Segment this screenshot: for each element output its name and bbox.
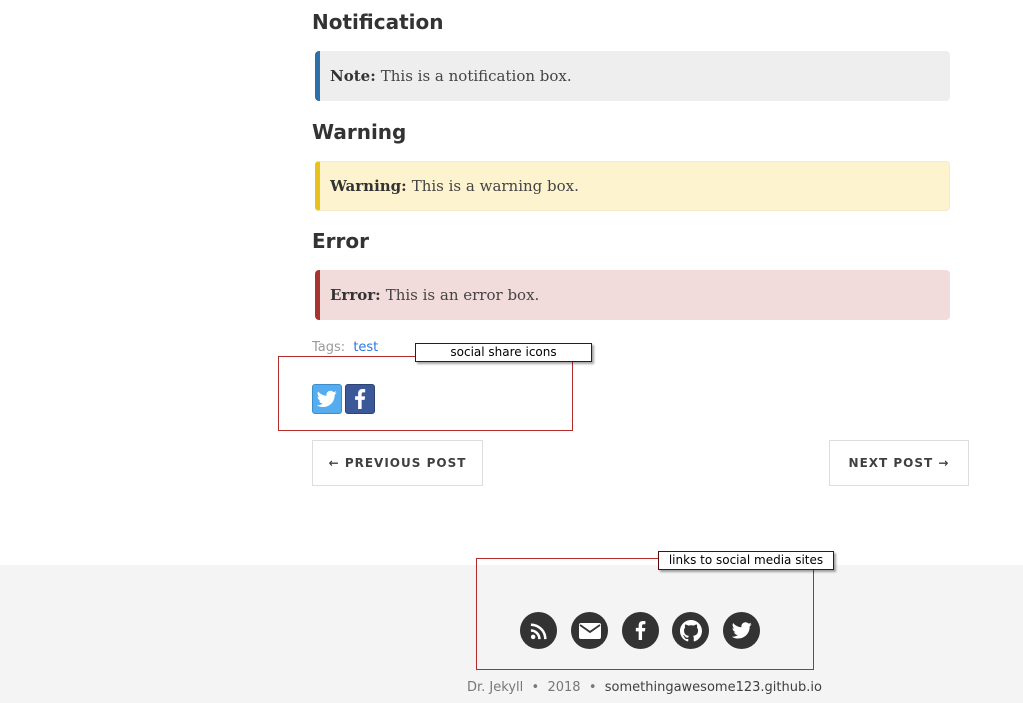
facebook-icon bbox=[635, 621, 646, 640]
warning-text: This is a warning box. bbox=[411, 177, 579, 195]
twitter-link[interactable] bbox=[723, 612, 760, 649]
github-link[interactable] bbox=[672, 612, 709, 649]
twitter-icon bbox=[317, 390, 337, 407]
tags-row: Tags: test bbox=[312, 340, 378, 355]
share-twitter-button[interactable] bbox=[312, 384, 342, 414]
social-annotation-callout: links to social media sites bbox=[658, 551, 834, 570]
notification-label: Note: bbox=[330, 67, 376, 85]
error-text: This is an error box. bbox=[385, 286, 540, 304]
github-icon bbox=[679, 619, 702, 641]
twitter-icon bbox=[731, 622, 752, 639]
footer-copyright: Dr. Jekyll • 2018 • somethingawesome123.… bbox=[467, 680, 822, 695]
footer-author: Dr. Jekyll bbox=[467, 680, 524, 695]
footer-site-link[interactable]: somethingawesome123.github.io bbox=[605, 680, 822, 695]
tags-label: Tags: bbox=[312, 340, 346, 355]
footer-separator: • bbox=[588, 680, 597, 695]
notification-heading: Notification bbox=[312, 10, 444, 34]
error-label: Error: bbox=[330, 286, 381, 304]
rss-link[interactable] bbox=[520, 612, 557, 649]
error-box: Error: This is an error box. bbox=[315, 270, 950, 320]
notification-box: Note: This is a notification box. bbox=[315, 51, 950, 101]
share-annotation-callout: social share icons bbox=[415, 343, 592, 362]
facebook-icon bbox=[355, 389, 366, 409]
warning-box: Warning: This is a warning box. bbox=[315, 161, 950, 211]
warning-heading: Warning bbox=[312, 120, 407, 144]
footer-separator: • bbox=[531, 680, 540, 695]
previous-post-button[interactable]: ← PREVIOUS POST bbox=[312, 440, 483, 486]
error-heading: Error bbox=[312, 229, 369, 253]
warning-label: Warning: bbox=[330, 177, 407, 195]
rss-icon bbox=[530, 622, 547, 639]
notification-text: This is a notification box. bbox=[380, 67, 572, 85]
tag-link-test[interactable]: test bbox=[353, 340, 378, 355]
share-facebook-button[interactable] bbox=[345, 384, 375, 414]
email-icon bbox=[578, 622, 601, 639]
next-post-button[interactable]: NEXT POST → bbox=[829, 440, 969, 486]
email-link[interactable] bbox=[571, 612, 608, 649]
facebook-link[interactable] bbox=[622, 612, 659, 649]
footer-year: 2018 bbox=[547, 680, 581, 695]
